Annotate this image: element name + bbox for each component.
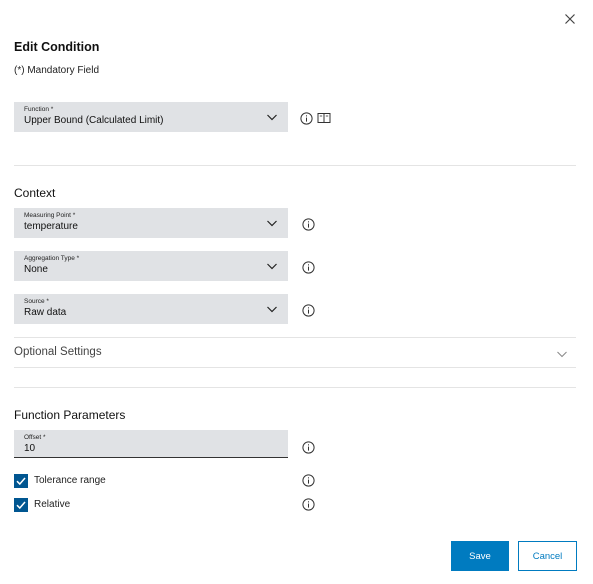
function-label: Function * [24,106,54,113]
optional-settings-toggle[interactable]: Optional Settings [14,338,576,368]
cancel-button[interactable]: Cancel [518,541,577,571]
save-button[interactable]: Save [451,541,509,571]
tolerance-range-checkbox[interactable] [14,474,28,488]
chevron-down-icon [266,303,278,315]
chevron-down-icon [556,347,568,359]
relative-checkbox[interactable] [14,498,28,512]
mandatory-note: (*) Mandatory Field [14,65,100,76]
book-icon[interactable] [317,112,331,124]
offset-label: Offset * [24,434,46,441]
source-label: Source * [24,298,49,305]
function-select[interactable]: Function * Upper Bound (Calculated Limit… [14,102,288,132]
tolerance-range-label: Tolerance range [34,475,106,486]
optional-settings-label: Optional Settings [14,346,102,358]
aggregation-type-info-icon[interactable] [302,261,315,274]
measuring-point-select[interactable]: Measuring Point * temperature [14,208,288,238]
aggregation-type-label: Aggregation Type * [24,255,80,262]
chevron-down-icon [266,260,278,272]
offset-value: 10 [24,443,36,454]
offset-info-icon[interactable] [302,441,315,454]
offset-input[interactable]: Offset * 10 [14,430,288,458]
source-info-icon[interactable] [302,304,315,317]
close-icon[interactable] [562,11,578,27]
context-heading: Context [14,186,56,200]
chevron-down-icon [266,111,278,123]
function-parameters-heading: Function Parameters [14,408,126,422]
divider [14,387,576,388]
function-info-icon[interactable] [300,112,313,125]
function-value: Upper Bound (Calculated Limit) [24,115,164,126]
chevron-down-icon [266,217,278,229]
aggregation-type-value: None [24,264,48,275]
measuring-point-info-icon[interactable] [302,218,315,231]
divider [14,367,576,368]
relative-label: Relative [34,499,71,510]
dialog-title: Edit Condition [14,40,100,54]
aggregation-type-select[interactable]: Aggregation Type * None [14,251,288,281]
measuring-point-value: temperature [24,221,78,232]
relative-info-icon[interactable] [302,498,315,511]
divider [14,165,576,166]
source-select[interactable]: Source * Raw data [14,294,288,324]
checkmark-icon [16,477,26,486]
measuring-point-label: Measuring Point * [24,212,76,219]
tolerance-range-info-icon[interactable] [302,474,315,487]
checkmark-icon [16,501,26,510]
source-value: Raw data [24,307,67,318]
